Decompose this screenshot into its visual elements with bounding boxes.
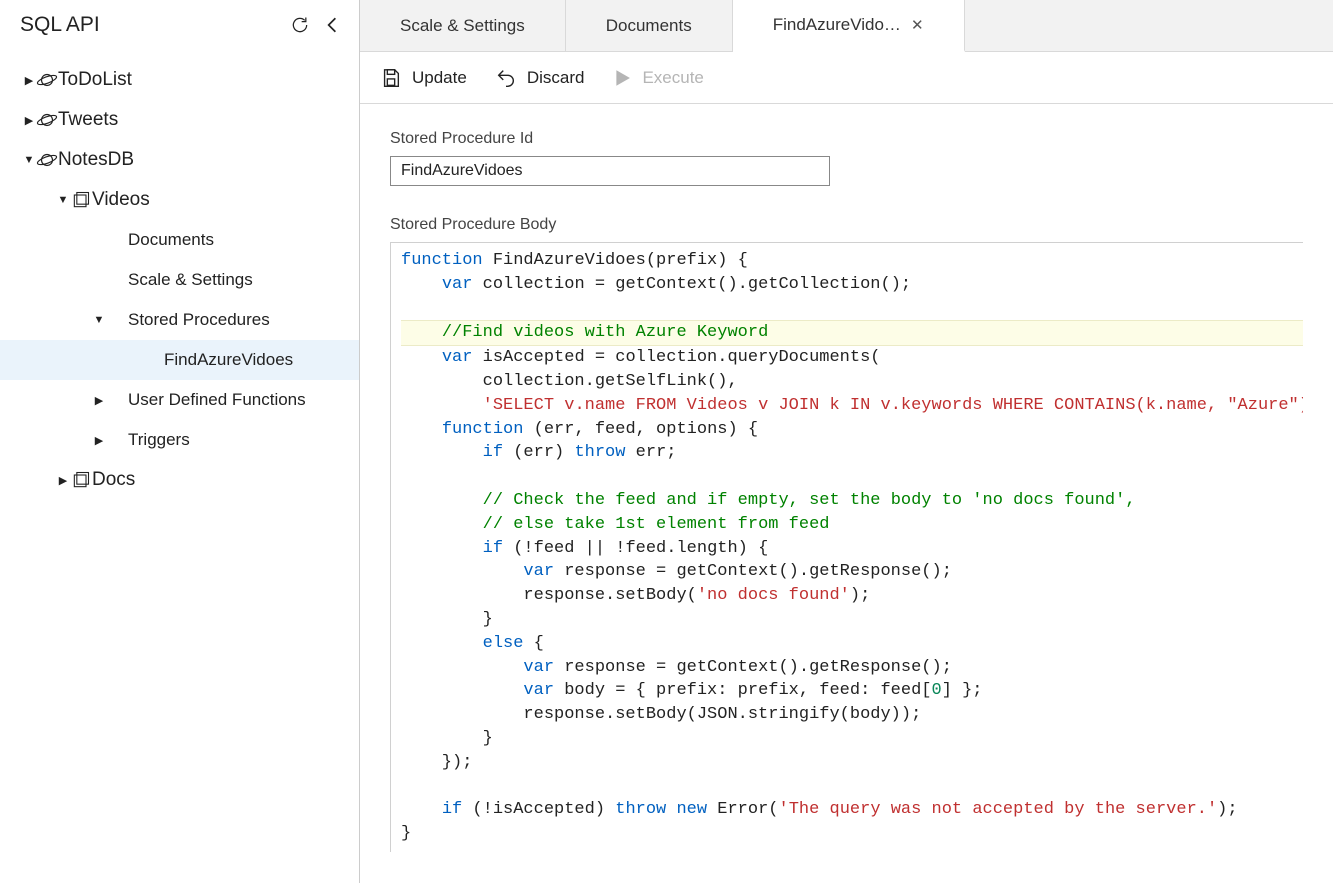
tree-node-label: Triggers xyxy=(128,430,190,450)
undo-icon xyxy=(495,67,517,89)
code-line: function FindAzureVidoes(prefix) { xyxy=(401,249,1303,273)
chevron-right-icon[interactable]: ▶ xyxy=(56,474,70,487)
chevron-right-icon[interactable]: ▶ xyxy=(92,434,106,447)
update-button[interactable]: Update xyxy=(380,67,467,89)
editor-tab[interactable]: FindAzureVido… ✕ xyxy=(733,0,965,52)
code-line: var response = getContext().getResponse(… xyxy=(401,656,1303,680)
tree-node-label: Scale & Settings xyxy=(128,270,253,290)
tree-node-label: Docs xyxy=(92,469,135,491)
tree-node[interactable]: ▼ Videos xyxy=(0,180,359,220)
collapse-sidebar-icon[interactable] xyxy=(319,12,345,38)
sidebar-title: SQL API xyxy=(20,13,287,37)
tree-node[interactable]: ▶ ToDoList xyxy=(0,60,359,100)
sproc-body-label: Stored Procedure Body xyxy=(390,216,1303,234)
collection-icon xyxy=(70,190,92,210)
tree-node-label: NotesDB xyxy=(58,149,134,171)
discard-button[interactable]: Discard xyxy=(495,67,585,89)
tab-label: Documents xyxy=(606,16,692,36)
sproc-body-editor[interactable]: function FindAzureVidoes(prefix) { var c… xyxy=(390,242,1303,852)
code-line xyxy=(401,297,1303,321)
code-line: } xyxy=(401,608,1303,632)
code-line: if (!feed || !feed.length) { xyxy=(401,537,1303,561)
tree-node[interactable]: ▶ Tweets xyxy=(0,100,359,140)
editor-tabs-bar: Scale & Settings Documents FindAzureVido… ✕ xyxy=(360,0,1333,52)
tree-node-label: Documents xyxy=(128,230,214,250)
sproc-id-input[interactable] xyxy=(390,156,830,186)
chevron-down-icon[interactable]: ▼ xyxy=(56,194,70,206)
chevron-right-icon[interactable]: ▶ xyxy=(22,114,36,127)
code-line xyxy=(401,465,1303,489)
discard-button-label: Discard xyxy=(527,68,585,88)
sidebar-header: SQL API xyxy=(0,0,359,50)
code-line: function (err, feed, options) { xyxy=(401,418,1303,442)
tree-node-label: Tweets xyxy=(58,109,118,131)
code-line xyxy=(401,775,1303,799)
tree-node-label: ToDoList xyxy=(58,69,132,91)
code-line: var collection = getContext().getCollect… xyxy=(401,273,1303,297)
tree-node[interactable]: ▶ Docs xyxy=(0,460,359,500)
editor-toolbar: Update Discard Execute xyxy=(360,52,1333,104)
editor-content: Stored Procedure Id Stored Procedure Bod… xyxy=(360,104,1333,878)
tree-node-label: Stored Procedures xyxy=(128,310,270,330)
tree-node[interactable]: ▶ User Defined Functions xyxy=(0,380,359,420)
tree-node-label: User Defined Functions xyxy=(128,390,306,410)
chevron-down-icon[interactable]: ▼ xyxy=(92,314,106,326)
refresh-icon[interactable] xyxy=(287,12,313,38)
code-line: 'SELECT v.name FROM Videos v JOIN k IN v… xyxy=(401,394,1303,418)
code-line: //Find videos with Azure Keyword xyxy=(401,320,1303,346)
code-line: response.setBody(JSON.stringify(body)); xyxy=(401,703,1303,727)
tree-node[interactable]: ▼ NotesDB xyxy=(0,140,359,180)
code-line: // else take 1st element from feed xyxy=(401,513,1303,537)
planet-icon xyxy=(36,69,58,91)
planet-icon xyxy=(36,109,58,131)
main-panel: Scale & Settings Documents FindAzureVido… ✕… xyxy=(360,0,1333,883)
tab-label: Scale & Settings xyxy=(400,16,525,36)
code-line: if (!isAccepted) throw new Error('The qu… xyxy=(401,798,1303,822)
code-line: response.setBody('no docs found'); xyxy=(401,584,1303,608)
play-icon xyxy=(612,68,632,88)
resource-tree: ▶ ToDoList ▶ Tweets ▼ NotesDB ▼ Videos Documents… xyxy=(0,50,359,500)
chevron-right-icon[interactable]: ▶ xyxy=(22,74,36,87)
close-icon[interactable]: ✕ xyxy=(911,16,924,34)
chevron-right-icon[interactable]: ▶ xyxy=(92,394,106,407)
editor-tab[interactable]: Documents xyxy=(566,0,733,51)
update-button-label: Update xyxy=(412,68,467,88)
tab-label: FindAzureVido… xyxy=(773,15,901,35)
code-line: var response = getContext().getResponse(… xyxy=(401,560,1303,584)
collection-icon xyxy=(70,470,92,490)
sproc-id-label: Stored Procedure Id xyxy=(390,130,1303,148)
code-line: var body = { prefix: prefix, feed: feed[… xyxy=(401,679,1303,703)
tree-node[interactable]: FindAzureVidoes xyxy=(0,340,359,380)
code-line: // Check the feed and if empty, set the … xyxy=(401,489,1303,513)
save-icon xyxy=(380,67,402,89)
execute-button-label: Execute xyxy=(642,68,703,88)
code-line: var isAccepted = collection.queryDocumen… xyxy=(401,346,1303,370)
code-line: collection.getSelfLink(), xyxy=(401,370,1303,394)
code-line: } xyxy=(401,822,1303,846)
tree-node[interactable]: ▼ Stored Procedures xyxy=(0,300,359,340)
code-line: else { xyxy=(401,632,1303,656)
code-line: } xyxy=(401,727,1303,751)
code-line: if (err) throw err; xyxy=(401,441,1303,465)
execute-button: Execute xyxy=(612,68,703,88)
chevron-down-icon[interactable]: ▼ xyxy=(22,154,36,166)
planet-icon xyxy=(36,149,58,171)
tree-node[interactable]: Documents xyxy=(0,220,359,260)
code-line: }); xyxy=(401,751,1303,775)
editor-tab[interactable]: Scale & Settings xyxy=(360,0,566,51)
tree-node-label: Videos xyxy=(92,189,150,211)
tree-node-label: FindAzureVidoes xyxy=(164,350,293,370)
tree-node[interactable]: ▶ Triggers xyxy=(0,420,359,460)
resource-tree-sidebar: SQL API ▶ ToDoList ▶ Tweets ▼ NotesDB ▼ Videos D… xyxy=(0,0,360,883)
tree-node[interactable]: Scale & Settings xyxy=(0,260,359,300)
